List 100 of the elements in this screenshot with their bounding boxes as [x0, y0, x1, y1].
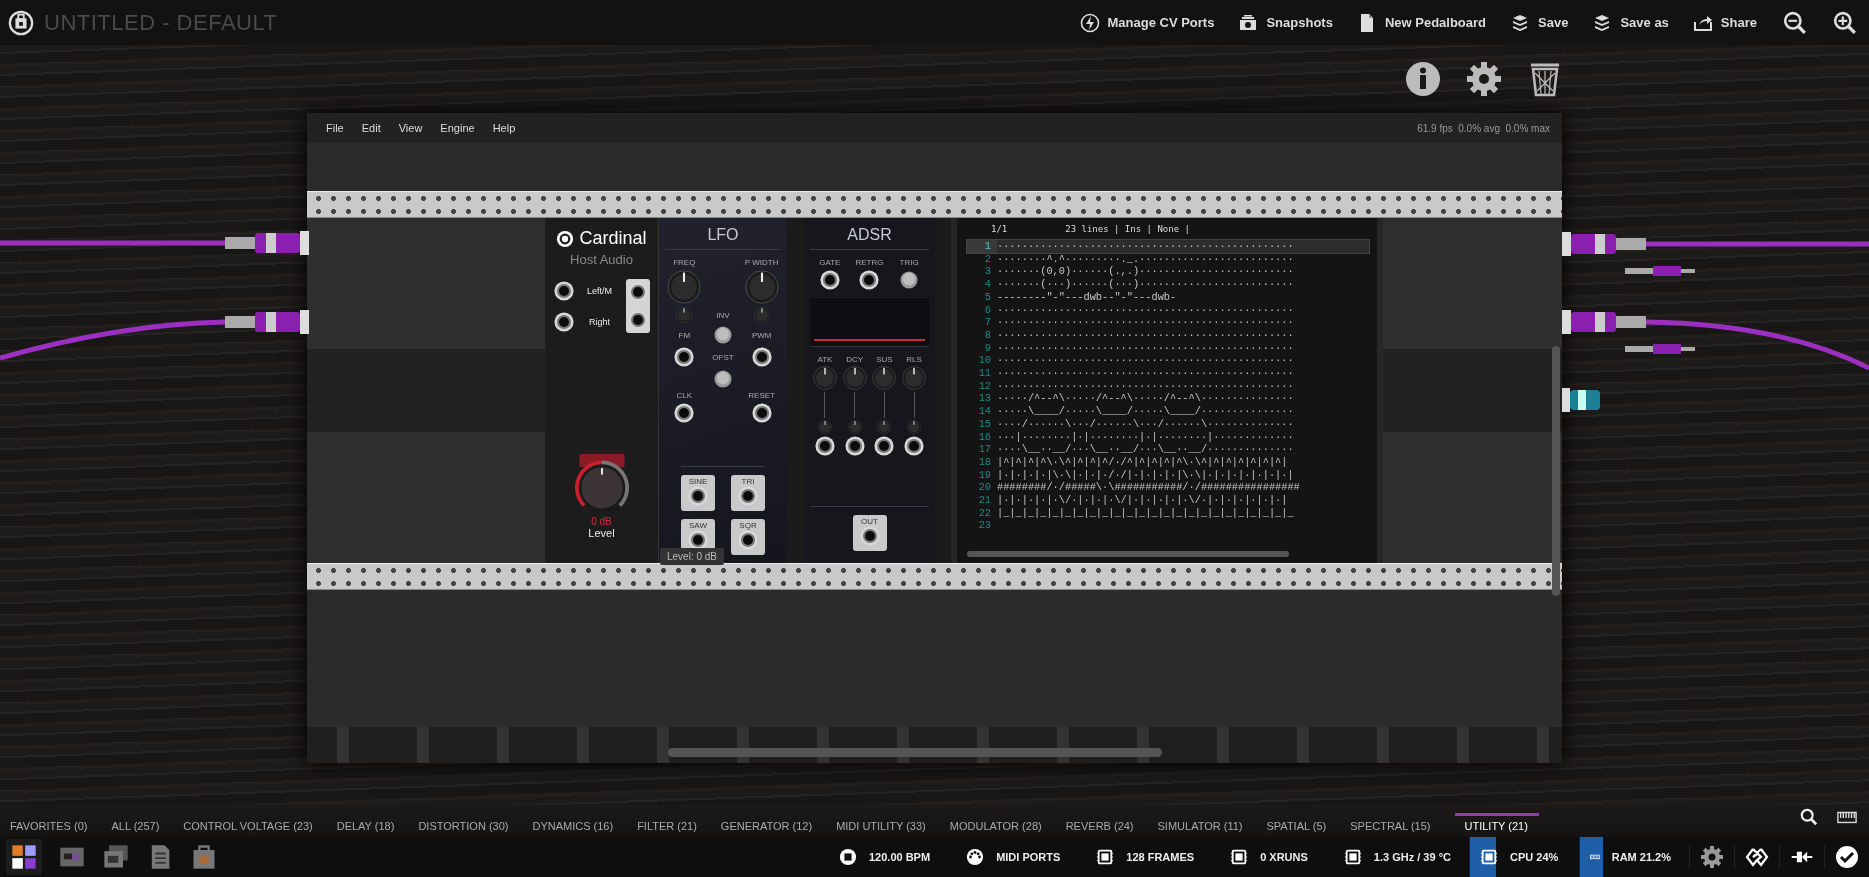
code-line: ················································	[997, 367, 1294, 380]
jack-socket[interactable]	[874, 436, 895, 456]
knob[interactable]	[753, 307, 770, 323]
knob-label: ATK	[817, 355, 833, 364]
jack-socket[interactable]	[844, 436, 865, 456]
port-label: Right	[589, 316, 610, 327]
scrollbar[interactable]	[967, 551, 1289, 557]
chip-icon	[1343, 848, 1362, 866]
menu-item[interactable]: Help	[485, 120, 523, 136]
push-button[interactable]	[714, 370, 732, 388]
zoom-in-icon[interactable]	[1833, 10, 1857, 35]
knob[interactable]	[877, 420, 892, 434]
jack-socket[interactable]	[688, 486, 708, 506]
toolbar-button[interactable]: Snapshots	[1238, 12, 1333, 33]
toolbar-button[interactable]: Save	[1510, 12, 1569, 33]
jack-socket[interactable]	[688, 530, 708, 550]
jack-socket[interactable]	[553, 311, 574, 332]
status-item[interactable]: 120.00 BPM	[820, 837, 949, 877]
jack-socket[interactable]	[814, 436, 835, 456]
category-tab[interactable]: REVERB (24)	[1065, 813, 1145, 837]
push-button[interactable]	[714, 326, 732, 344]
knob[interactable]	[847, 420, 862, 434]
push-button[interactable]	[900, 271, 919, 289]
code-line: |^|^|^|^\·\^|^|^|^/·/^|^|^|^|^\·\^|^|^|^|^|^|^|	[997, 455, 1288, 469]
jack-socket[interactable]	[904, 436, 925, 456]
zoom-out-icon[interactable]	[1783, 10, 1807, 35]
category-tab[interactable]: ALL (257)	[111, 813, 171, 837]
status-item[interactable]: 1.3 GHz / 39 °C	[1325, 837, 1469, 877]
code-line: ·······(0,0)······(.,.)·························	[997, 265, 1294, 279]
scrollbar[interactable]	[1552, 346, 1560, 596]
status-item[interactable]: 0 XRUNS	[1212, 837, 1326, 877]
code-line: ·····\____/·····\____/·····\____/···············	[997, 405, 1294, 418]
category-tab[interactable]: GENERATOR (12)	[720, 813, 824, 837]
line-number: 15	[977, 417, 992, 431]
home-icon[interactable]	[8, 9, 34, 36]
toolbar-button[interactable]: New Pedalboard	[1356, 12, 1487, 33]
knob[interactable]	[872, 366, 897, 390]
level-value: 0 dB	[591, 516, 612, 527]
code-line: ···|········|·|········|·|········|·············	[997, 430, 1294, 444]
category-tab[interactable]: DISTORTION (30)	[418, 813, 520, 837]
line-number: 18	[977, 455, 992, 469]
menu-item[interactable]: Engine	[433, 120, 482, 136]
input-label: RETRG	[855, 258, 884, 267]
code-line: |_|_|_|_|_|_|_|_|_|_|_|_|_|_|_|_|_|_|_|_|_|_|_|_	[997, 506, 1294, 520]
jack-socket[interactable]	[859, 526, 880, 546]
category-tab[interactable]: SPATIAL (5)	[1266, 813, 1338, 837]
category-tab[interactable]: FAVORITES (0)	[10, 813, 99, 837]
puzzle-icon[interactable]	[6, 839, 42, 875]
knob[interactable]	[902, 366, 927, 390]
settings-icon[interactable]	[1466, 61, 1502, 97]
menu-item[interactable]: View	[391, 120, 430, 136]
category-tab[interactable]: MODULATOR (28)	[949, 813, 1053, 837]
toolbar-button[interactable]: Save as	[1592, 12, 1669, 33]
toolbar-button[interactable]: Manage CV Ports	[1079, 12, 1215, 33]
knob-label: SUS	[876, 355, 893, 364]
status-item[interactable]: CPU 24%	[1469, 837, 1579, 877]
jack-socket[interactable]	[553, 280, 574, 301]
line-number: 21	[977, 494, 992, 507]
knob[interactable]	[842, 366, 867, 390]
jack-socket[interactable]	[819, 270, 840, 290]
category-tab[interactable]: MIDI UTILITY (33)	[836, 813, 937, 837]
knob[interactable]	[812, 366, 837, 390]
category-tab[interactable]: FILTER (21)	[637, 813, 708, 837]
toolbar-button[interactable]: Share	[1692, 12, 1757, 33]
chip-icon	[1096, 848, 1115, 866]
scrollbar[interactable]	[668, 748, 1162, 757]
line-number: 11	[977, 367, 992, 380]
module-title: Host Audio	[570, 252, 633, 267]
input-label: GATE	[819, 258, 841, 267]
status-item[interactable]: 128 FRAMES	[1078, 837, 1213, 877]
status-item[interactable]: MIDI PORTS	[948, 837, 1079, 877]
category-tab[interactable]: SIMULATOR (11)	[1157, 813, 1254, 837]
knob[interactable]	[907, 420, 922, 434]
category-tab[interactable]: CONTROL VOLTAGE (23)	[183, 813, 324, 837]
jack-socket[interactable]	[738, 486, 758, 506]
line-number: 14	[977, 405, 992, 418]
jack-socket[interactable]	[674, 347, 695, 367]
windows-icon[interactable]	[102, 843, 130, 871]
jack-socket[interactable]	[751, 403, 772, 423]
category-tab[interactable]: DYNAMICS (16)	[532, 813, 625, 837]
line-number: 4	[983, 278, 992, 291]
code-line: ················································	[997, 303, 1294, 317]
category-tab[interactable]: DELAY (18)	[336, 813, 406, 837]
jack-socket[interactable]	[738, 530, 758, 550]
jack-socket[interactable]	[859, 270, 880, 290]
search-icon[interactable]	[1799, 807, 1819, 826]
knob[interactable]	[817, 420, 832, 434]
menu-item[interactable]: Edit	[354, 120, 388, 136]
line-number: 17	[977, 443, 992, 456]
info-icon[interactable]	[1405, 61, 1441, 97]
category-tab[interactable]: SPECTRAL (15)	[1350, 813, 1442, 837]
knob[interactable]	[676, 307, 693, 323]
status-item[interactable]: RAM 21.2%	[1579, 837, 1689, 877]
menu-item[interactable]: File	[319, 120, 351, 136]
cursor-position: 1/1	[991, 224, 1008, 236]
chip-icon	[1480, 848, 1498, 866]
jack-socket[interactable]	[674, 403, 695, 423]
jack-socket[interactable]	[751, 347, 772, 367]
tooltip: Level: 0 dB	[660, 548, 725, 565]
connector-line	[883, 392, 885, 418]
